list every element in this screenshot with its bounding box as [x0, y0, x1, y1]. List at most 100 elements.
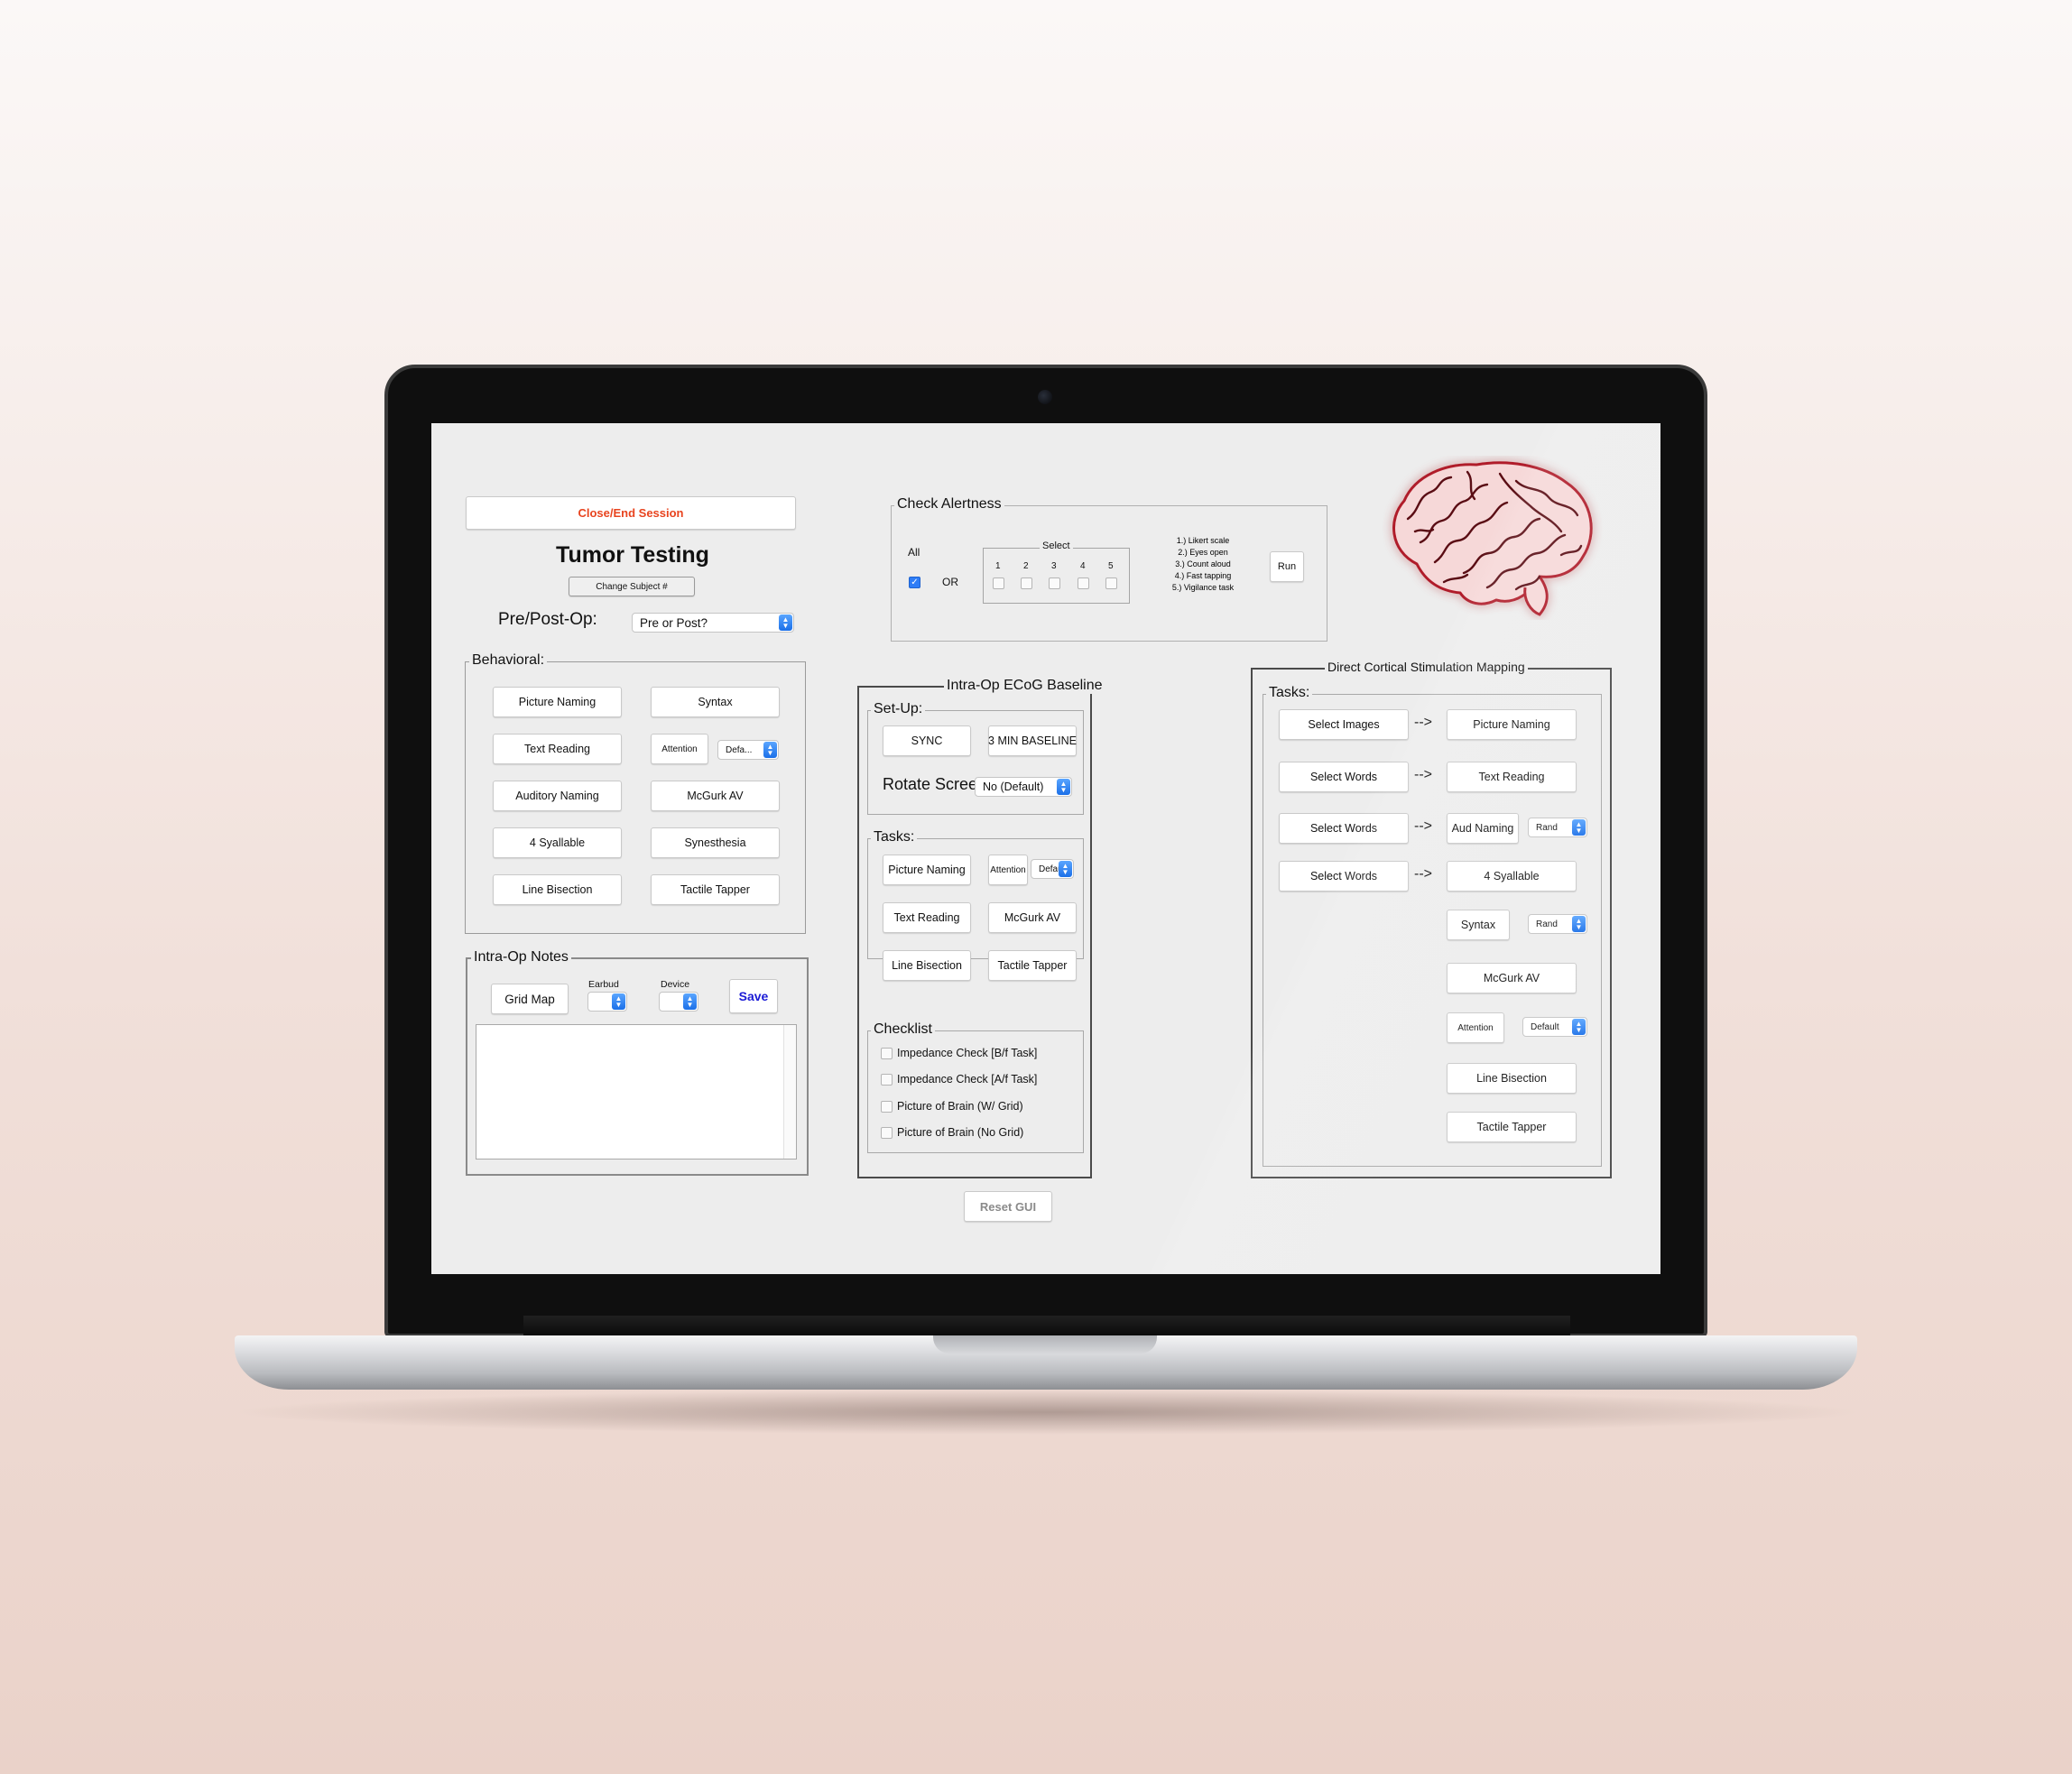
earbud-label: Earbud	[588, 979, 619, 990]
dcs-attention-button[interactable]: Attention	[1447, 1012, 1504, 1043]
dcs-title: Direct Cortical Stimulation Mapping	[1325, 660, 1528, 674]
dcs-aud-naming-button[interactable]: Aud Naming	[1447, 813, 1519, 844]
laptop-shadow	[226, 1390, 1868, 1435]
laptop-hinge	[523, 1316, 1570, 1335]
select-label: Select	[1040, 541, 1073, 551]
select-checkbox-2[interactable]	[1021, 577, 1032, 589]
alertness-panel: Check Alertness All ✓ OR Select 1 2 3 4 …	[891, 496, 1327, 642]
notes-scrollbar[interactable]	[783, 1025, 796, 1159]
notes-panel: Intra-Op Notes Grid Map Earbud ▲ ▼ Device…	[466, 949, 809, 1176]
select-words-button[interactable]: Select Words	[1279, 813, 1409, 844]
notes-textarea[interactable]	[476, 1024, 797, 1160]
ecog-title: Intra-Op ECoG Baseline	[944, 678, 1105, 694]
beh-attention-button[interactable]: Attention	[651, 734, 708, 764]
arrow-right-icon: -->	[1414, 767, 1432, 782]
select-checkbox-5[interactable]	[1105, 577, 1117, 589]
checklist-title: Checklist	[871, 1021, 935, 1038]
ecog-panel: Intra-Op ECoG Baseline Set-Up: SYNC 3 MI…	[857, 678, 1105, 1178]
checklist-item: Impedance Check [A/f Task]	[897, 1073, 1038, 1086]
close-session-button[interactable]: Close/End Session	[466, 496, 796, 530]
dcs-syntax-button[interactable]: Syntax	[1447, 910, 1510, 940]
alertness-option: 1.) Likert scale	[1176, 536, 1230, 545]
save-button[interactable]: Save	[729, 979, 778, 1013]
beh-auditory-naming-button[interactable]: Auditory Naming	[493, 781, 622, 811]
ecog-attention-button[interactable]: Attention	[988, 855, 1028, 885]
ecog-picture-naming-button[interactable]: Picture Naming	[883, 855, 971, 885]
app-title: Tumor Testing	[556, 542, 709, 568]
dcs-text-reading-button[interactable]: Text Reading	[1447, 762, 1577, 792]
select-words-button[interactable]: Select Words	[1279, 762, 1409, 792]
dcs-mcgurk-button[interactable]: McGurk AV	[1447, 963, 1577, 993]
checklist-checkbox[interactable]	[881, 1048, 893, 1059]
dcs-4-syallable-button[interactable]: 4 Syallable	[1447, 861, 1577, 892]
beh-4-syallable-button[interactable]: 4 Syallable	[493, 827, 622, 858]
checklist-checkbox[interactable]	[881, 1074, 893, 1086]
dcs-attention-dropdown[interactable]: Default ▲ ▼	[1522, 1017, 1587, 1037]
chevron-updown-icon: ▲ ▼	[1572, 916, 1586, 932]
dcs-tasks-panel: Tasks: Select Images --> Picture Naming …	[1263, 685, 1602, 1167]
beh-mcgurk-button[interactable]: McGurk AV	[651, 781, 780, 811]
prepost-label: Pre/Post-Op:	[498, 610, 597, 629]
device-dropdown[interactable]: ▲ ▼	[659, 992, 698, 1012]
ecog-attention-dropdown[interactable]: Default ▲ ▼	[1031, 859, 1074, 879]
run-button[interactable]: Run	[1270, 551, 1304, 582]
select-checkbox-3[interactable]	[1049, 577, 1060, 589]
syntax-rand-dropdown[interactable]: Rand ▲ ▼	[1528, 914, 1587, 934]
select-num-2: 2	[1023, 561, 1029, 571]
checklist-item: Picture of Brain (W/ Grid)	[897, 1100, 1023, 1113]
beh-tactile-tapper-button[interactable]: Tactile Tapper	[651, 874, 780, 905]
earbud-dropdown[interactable]: ▲ ▼	[587, 992, 627, 1012]
sync-button[interactable]: SYNC	[883, 725, 971, 756]
chevron-updown-icon: ▲ ▼	[1572, 1019, 1586, 1035]
chevron-updown-icon: ▲ ▼	[779, 614, 792, 631]
3-min-baseline-button[interactable]: 3 MIN BASELINE	[988, 725, 1077, 756]
dcs-line-bisection-button[interactable]: Line Bisection	[1447, 1063, 1577, 1094]
beh-synesthesia-button[interactable]: Synesthesia	[651, 827, 780, 858]
alertness-option: 2.) Eyes open	[1178, 548, 1228, 557]
notes-title: Intra-Op Notes	[471, 949, 571, 966]
select-num-4: 4	[1080, 561, 1086, 571]
change-subject-button[interactable]: Change Subject #	[569, 577, 695, 596]
laptop-lid-notch	[933, 1335, 1157, 1354]
alertness-title: Check Alertness	[894, 496, 1004, 513]
select-images-button[interactable]: Select Images	[1279, 709, 1409, 740]
beh-syntax-button[interactable]: Syntax	[651, 687, 780, 717]
dcs-tactile-tapper-button[interactable]: Tactile Tapper	[1447, 1112, 1577, 1142]
device-label: Device	[661, 979, 690, 990]
all-label: All	[908, 546, 920, 559]
beh-attention-dropdown[interactable]: Defa... ▲ ▼	[717, 740, 779, 760]
select-words-button[interactable]: Select Words	[1279, 861, 1409, 892]
arrow-right-icon: -->	[1414, 818, 1432, 834]
brain-icon	[1392, 461, 1593, 616]
select-checkbox-4[interactable]	[1078, 577, 1089, 589]
reset-gui-button[interactable]: Reset GUI	[964, 1191, 1052, 1222]
select-checkbox-1[interactable]	[993, 577, 1004, 589]
checklist-item: Impedance Check [B/f Task]	[897, 1047, 1038, 1059]
select-box: Select 1 2 3 4 5	[983, 541, 1130, 604]
alertness-option: 4.) Fast tapping	[1174, 571, 1232, 580]
ecog-line-bisection-button[interactable]: Line Bisection	[883, 950, 971, 981]
beh-line-bisection-button[interactable]: Line Bisection	[493, 874, 622, 905]
alertness-options: 1.) Likert scale 2.) Eyes open 3.) Count…	[1153, 535, 1253, 594]
arrow-right-icon: -->	[1414, 866, 1432, 882]
arrow-right-icon: -->	[1414, 715, 1432, 730]
ecog-mcgurk-button[interactable]: McGurk AV	[988, 902, 1077, 933]
select-num-1: 1	[995, 561, 1001, 571]
dcs-picture-naming-button[interactable]: Picture Naming	[1447, 709, 1577, 740]
beh-picture-naming-button[interactable]: Picture Naming	[493, 687, 622, 717]
all-checkbox[interactable]: ✓	[909, 577, 920, 588]
aud-naming-rand-dropdown[interactable]: Rand ▲ ▼	[1528, 818, 1587, 837]
grid-map-button[interactable]: Grid Map	[491, 984, 569, 1014]
dcs-panel: Direct Cortical Stimulation Mapping Task…	[1251, 660, 1612, 1178]
beh-text-reading-button[interactable]: Text Reading	[493, 734, 622, 764]
checklist-panel: Checklist Impedance Check [B/f Task] Imp…	[867, 1021, 1084, 1153]
checklist-checkbox[interactable]	[881, 1127, 893, 1139]
alertness-option: 3.) Count aloud	[1175, 559, 1231, 568]
rotate-dropdown[interactable]: No (Default) ▲ ▼	[975, 777, 1072, 797]
setup-title: Set-Up:	[871, 701, 926, 717]
ecog-tactile-tapper-button[interactable]: Tactile Tapper	[988, 950, 1077, 981]
dcs-tasks-title: Tasks:	[1266, 685, 1313, 701]
ecog-text-reading-button[interactable]: Text Reading	[883, 902, 971, 933]
prepost-dropdown[interactable]: Pre or Post? ▲ ▼	[632, 613, 794, 633]
checklist-checkbox[interactable]	[881, 1101, 893, 1113]
